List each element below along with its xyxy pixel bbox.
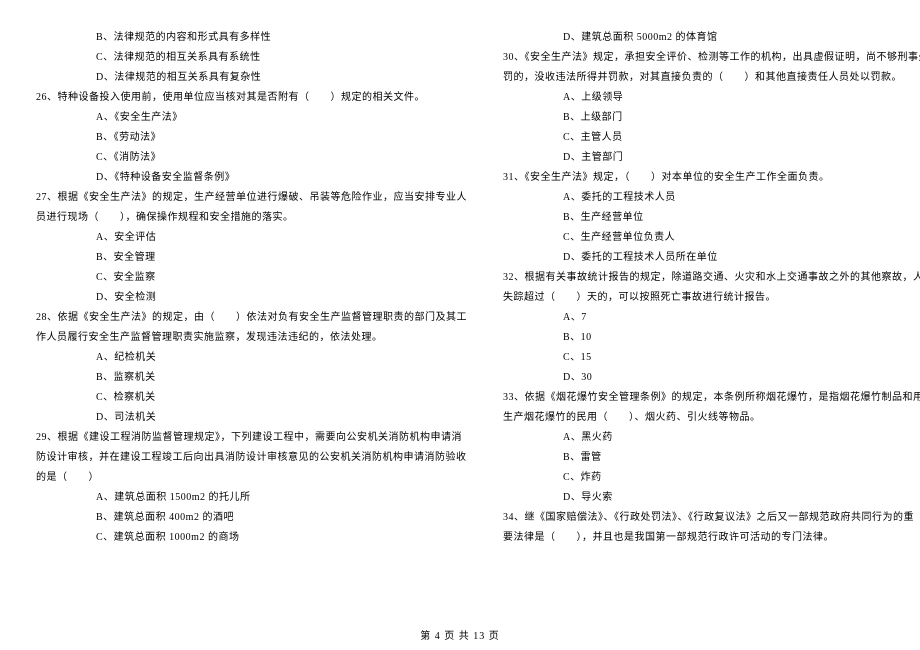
right-column: D、建筑总面积 5000m2 的体育馆 30、《安全生产法》规定，承担安全评价、…	[485, 28, 920, 620]
option-item: B、雷管	[503, 448, 920, 468]
option-item: A、建筑总面积 1500m2 的托儿所	[36, 488, 467, 508]
question-text: 33、依据《烟花爆竹安全管理条例》的规定，本条例所称烟花爆竹，是指烟花爆竹制品和…	[503, 388, 920, 408]
option-item: B、监察机关	[36, 368, 467, 388]
option-item: C、生产经营单位负责人	[503, 228, 920, 248]
option-item: C、法律规范的相互关系具有系统性	[36, 48, 467, 68]
option-item: B、法律规范的内容和形式具有多样性	[36, 28, 467, 48]
question-text: 32、根据有关事故统计报告的规定，除道路交通、火灾和水上交通事故之外的其他察故，…	[503, 268, 920, 288]
question-text: 要法律是（ ），并且也是我国第一部规范行政许可活动的专门法律。	[503, 528, 920, 548]
option-item: C、《消防法》	[36, 148, 467, 168]
option-item: D、建筑总面积 5000m2 的体育馆	[503, 28, 920, 48]
option-item: D、《特种设备安全监督条例》	[36, 168, 467, 188]
option-item: B、10	[503, 328, 920, 348]
option-item: C、建筑总面积 1000m2 的商场	[36, 528, 467, 548]
question-text: 失踪超过（ ）天的，可以按照死亡事故进行统计报告。	[503, 288, 920, 308]
question-text: 罚的，没收违法所得并罚款，对其直接负责的（ ）和其他直接责任人员处以罚款。	[503, 68, 920, 88]
question-text: 员进行现场（ ），确保操作规程和安全措施的落实。	[36, 208, 467, 228]
option-item: A、《安全生产法》	[36, 108, 467, 128]
question-text: 29、根据《建设工程消防监督管理规定》，下列建设工程中，需要向公安机关消防机构申…	[36, 428, 467, 448]
option-item: D、安全检测	[36, 288, 467, 308]
question-text: 34、继《国家赔偿法》、《行政处罚法》、《行政复议法》之后又一部规范政府共同行为…	[503, 508, 920, 528]
page-container: B、法律规范的内容和形式具有多样性 C、法律规范的相互关系具有系统性 D、法律规…	[0, 0, 920, 650]
option-item: D、司法机关	[36, 408, 467, 428]
option-item: C、炸药	[503, 468, 920, 488]
option-item: C、安全监察	[36, 268, 467, 288]
left-column: B、法律规范的内容和形式具有多样性 C、法律规范的相互关系具有系统性 D、法律规…	[36, 28, 485, 620]
option-item: C、主管人员	[503, 128, 920, 148]
option-item: A、上级领导	[503, 88, 920, 108]
option-item: C、检察机关	[36, 388, 467, 408]
question-text: 26、特种设备投入使用前，使用单位应当核对其是否附有（ ）规定的相关文件。	[36, 88, 467, 108]
page-footer: 第 4 页 共 13 页	[0, 627, 920, 642]
option-item: C、15	[503, 348, 920, 368]
question-text: 27、根据《安全生产法》的规定，生产经营单位进行爆破、吊装等危险作业，应当安排专…	[36, 188, 467, 208]
question-text: 作人员履行安全生产监督管理职责实施监察，发现违法违纪的，依法处理。	[36, 328, 467, 348]
question-text: 防设计审核，并在建设工程竣工后向出具消防设计审核意见的公安机关消防机构申请消防验…	[36, 448, 467, 468]
question-text: 31、《安全生产法》规定，（ ）对本单位的安全生产工作全面负责。	[503, 168, 920, 188]
option-item: B、《劳动法》	[36, 128, 467, 148]
option-item: A、黑火药	[503, 428, 920, 448]
question-text: 28、依据《安全生产法》的规定，由（ ）依法对负有安全生产监督管理职责的部门及其…	[36, 308, 467, 328]
option-item: A、纪检机关	[36, 348, 467, 368]
option-item: A、安全评估	[36, 228, 467, 248]
question-text: 的是（ ）	[36, 468, 467, 488]
option-item: D、导火索	[503, 488, 920, 508]
question-text: 生产烟花爆竹的民用（ ）、烟火药、引火线等物品。	[503, 408, 920, 428]
option-item: B、安全管理	[36, 248, 467, 268]
option-item: A、7	[503, 308, 920, 328]
option-item: B、建筑总面积 400m2 的酒吧	[36, 508, 467, 528]
option-item: A、委托的工程技术人员	[503, 188, 920, 208]
option-item: D、30	[503, 368, 920, 388]
option-item: B、生产经营单位	[503, 208, 920, 228]
option-item: D、法律规范的相互关系具有复杂性	[36, 68, 467, 88]
option-item: D、委托的工程技术人员所在单位	[503, 248, 920, 268]
option-item: D、主管部门	[503, 148, 920, 168]
option-item: B、上级部门	[503, 108, 920, 128]
question-text: 30、《安全生产法》规定，承担安全评价、检测等工作的机构，出具虚假证明，尚不够刑…	[503, 48, 920, 68]
